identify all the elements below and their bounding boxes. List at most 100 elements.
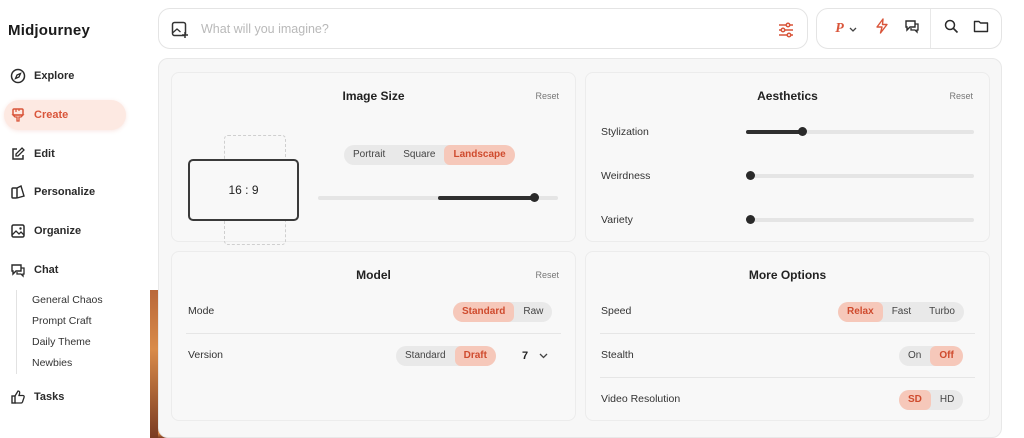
nav-label: Edit [34, 148, 55, 160]
stealth-toggle: On Off [899, 346, 963, 366]
model-card: Model Reset Mode Standard Raw Version St… [171, 251, 576, 421]
version-number: 7 [522, 350, 529, 362]
aesthetics-card: Aesthetics Reset Stylization Weirdness V… [585, 72, 990, 242]
stealth-label: Stealth [601, 349, 634, 361]
chat-room-list: General Chaos Prompt Craft Daily Theme N… [16, 290, 103, 374]
chat-room-item[interactable]: General Chaos [32, 290, 103, 311]
image-size-card: Image Size Reset 16 : 9 Portrait Square … [171, 72, 576, 245]
orientation-landscape[interactable]: Landscape [444, 145, 515, 165]
image-icon [10, 223, 26, 239]
orientation-square[interactable]: Square [394, 145, 444, 165]
chevron-down-icon [849, 20, 857, 38]
chat-room-item[interactable]: Daily Theme [32, 332, 103, 353]
row-divider [600, 333, 975, 334]
nav-label: Create [34, 109, 69, 121]
nav-organize[interactable]: Organize [4, 216, 126, 246]
chevron-down-icon [539, 353, 548, 359]
nav-explore[interactable]: Explore [4, 61, 126, 91]
settings-panel: Image Size Reset 16 : 9 Portrait Square … [158, 58, 1002, 438]
edit-icon [10, 146, 26, 162]
aspect-slider-fill [438, 196, 538, 200]
aspect-ratio-label: 16 : 9 [228, 183, 259, 197]
version-label: Version [188, 349, 224, 361]
reset-button[interactable]: Reset [535, 91, 559, 101]
video-resolution-label: Video Resolution [601, 393, 681, 405]
chat-room-item[interactable]: Newbies [32, 353, 103, 374]
video-resolution-toggle: SD HD [899, 390, 964, 410]
mode-raw[interactable]: Raw [514, 302, 552, 322]
variety-slider-track[interactable] [746, 218, 974, 222]
toolbar-divider [930, 9, 931, 48]
orientation-toggle: Portrait Square Landscape [344, 145, 515, 165]
version-standard[interactable]: Standard [396, 346, 455, 366]
sidebar: Midjourney Explore Create Edit Personali… [0, 0, 150, 438]
nav-create[interactable]: Create [4, 100, 126, 130]
personalize-dropdown[interactable]: P [825, 9, 867, 48]
folder-icon [973, 19, 989, 38]
prompt-input[interactable]: What will you imagine? [201, 22, 329, 36]
mode-label: Mode [188, 305, 215, 317]
mode-standard[interactable]: Standard [453, 302, 515, 322]
version-number-dropdown[interactable]: 7 [522, 346, 548, 366]
nav-label: Chat [34, 264, 59, 276]
variety-slider-handle[interactable] [746, 215, 755, 224]
stylization-label: Stylization [601, 126, 649, 138]
stylization-slider-fill [746, 130, 803, 134]
aspect-slider-handle[interactable] [530, 193, 539, 202]
brand-logo[interactable]: Midjourney [8, 22, 90, 39]
compass-icon [10, 68, 26, 84]
thumbs-up-icon [10, 389, 26, 405]
aspect-ratio-preview: 16 : 9 [188, 159, 299, 221]
folder-button[interactable] [967, 9, 995, 48]
speed-label: Speed [601, 305, 632, 317]
brush-icon [10, 107, 26, 123]
video-sd[interactable]: SD [899, 390, 931, 410]
chat-toggle-button[interactable] [897, 9, 927, 48]
reset-button[interactable]: Reset [949, 91, 973, 101]
nav-personalize[interactable]: Personalize [4, 177, 126, 207]
more-options-card: More Options Speed Relax Fast Turbo Stea… [585, 251, 990, 421]
mode-toggle: Standard Raw [453, 302, 553, 322]
chat-room-item[interactable]: Prompt Craft [32, 311, 103, 332]
stealth-off[interactable]: Off [930, 346, 963, 366]
nav-edit[interactable]: Edit [4, 139, 126, 169]
row-divider [186, 333, 561, 334]
weirdness-label: Weirdness [601, 170, 651, 182]
top-toolbar: P [816, 8, 1002, 49]
orientation-portrait[interactable]: Portrait [344, 145, 394, 165]
speed-turbo[interactable]: Turbo [920, 302, 964, 322]
nav-label: Organize [34, 225, 82, 237]
speed-button[interactable] [867, 9, 897, 48]
search-icon [944, 19, 959, 39]
add-image-icon[interactable] [171, 21, 189, 44]
speed-toggle: Relax Fast Turbo [838, 302, 964, 322]
nav-label: Personalize [34, 186, 96, 198]
stealth-on[interactable]: On [899, 346, 930, 366]
speed-fast[interactable]: Fast [883, 302, 920, 322]
row-divider [600, 377, 975, 378]
personalize-letter: P [835, 20, 844, 36]
variety-label: Variety [601, 214, 633, 226]
chat-icon [904, 18, 920, 39]
weirdness-slider-track[interactable] [746, 174, 974, 178]
chat-icon [10, 262, 26, 278]
prompt-bar: What will you imagine? [158, 8, 808, 49]
speed-relax[interactable]: Relax [838, 302, 883, 322]
search-button[interactable] [937, 9, 965, 48]
lightning-icon [875, 18, 889, 39]
version-draft[interactable]: Draft [454, 346, 496, 366]
nav-tasks[interactable]: Tasks [4, 382, 126, 412]
video-hd[interactable]: HD [931, 390, 963, 410]
card-title: Model [356, 268, 391, 282]
personalize-icon [10, 184, 26, 200]
settings-sliders-icon[interactable] [777, 21, 795, 44]
nav-label: Tasks [34, 391, 65, 403]
card-title: Aesthetics [757, 89, 818, 103]
nav-label: Explore [34, 70, 75, 82]
version-toggle: Standard Draft [396, 346, 496, 366]
card-title: Image Size [342, 89, 405, 103]
nav-chat[interactable]: Chat [4, 255, 126, 285]
reset-button[interactable]: Reset [535, 270, 559, 280]
weirdness-slider-handle[interactable] [746, 171, 755, 180]
stylization-slider-handle[interactable] [798, 127, 807, 136]
